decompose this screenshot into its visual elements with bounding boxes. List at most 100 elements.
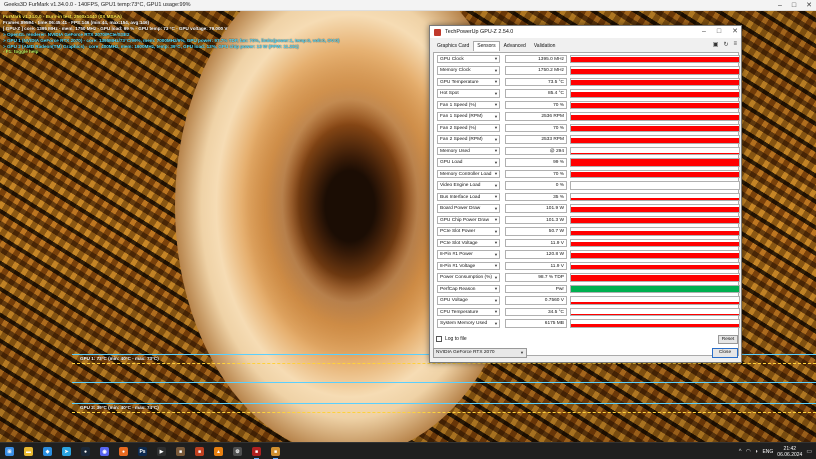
sensor-name-dropdown[interactable]: PCIe Slot Voltage — [437, 238, 500, 247]
browser-icon[interactable]: ● — [116, 445, 131, 458]
sensor-name-dropdown[interactable]: Fan 1 Speed (RPM) — [437, 112, 500, 121]
sensor-name-dropdown[interactable]: System Memory Used — [437, 319, 500, 328]
file-explorer-icon[interactable]: ▬ — [21, 445, 36, 458]
chevron-down-icon[interactable]: ▼ — [494, 159, 498, 166]
media-icon[interactable]: ▶ — [154, 445, 169, 458]
chevron-down-icon[interactable]: ▼ — [494, 285, 498, 292]
volume-icon[interactable]: ◗ — [755, 449, 759, 455]
gpuz-titlebar[interactable]: TechPowerUp GPU-Z 2.54.0 – □ ✕ — [430, 26, 741, 38]
chevron-down-icon[interactable]: ▼ — [494, 55, 498, 62]
chevron-down-icon[interactable]: ▼ — [494, 216, 498, 223]
photoshop-icon[interactable]: Ps — [135, 445, 150, 458]
sensor-name-dropdown[interactable]: Memory Controller Load — [437, 169, 500, 178]
menu-icon[interactable]: ≡ — [733, 41, 737, 48]
sensor-name-dropdown[interactable]: Hot Spot — [437, 89, 500, 98]
checkbox-box[interactable] — [436, 336, 442, 342]
tab-validation[interactable]: Validation — [530, 41, 560, 51]
minimize-icon[interactable]: – — [702, 26, 706, 38]
sensor-name-dropdown[interactable]: PCIe Slot Power — [437, 227, 500, 236]
sensor-name-dropdown[interactable]: 8-Pin #1 Voltage — [437, 261, 500, 270]
notification-icon[interactable]: ▭ — [806, 448, 812, 455]
sensor-name-dropdown[interactable]: Memory Clock — [437, 66, 500, 75]
chevron-down-icon[interactable]: ▼ — [494, 124, 498, 131]
sensor-graph-fill — [571, 206, 739, 212]
sensor-name-dropdown[interactable]: Power Consumption (%) — [437, 273, 500, 282]
close-icon[interactable]: ✕ — [732, 26, 738, 38]
close-button[interactable]: Close — [712, 348, 738, 358]
settings-icon[interactable]: ⚙ — [230, 445, 245, 458]
reset-button[interactable]: Reset — [718, 335, 738, 344]
sensor-name-dropdown[interactable]: CPU Temperature — [437, 307, 500, 316]
sensor-graph-fill — [571, 159, 739, 166]
refresh-icon[interactable]: ↻ — [723, 41, 728, 48]
chevron-down-icon[interactable]: ▼ — [494, 101, 498, 108]
tab-graphics-card[interactable]: Graphics Card — [433, 41, 473, 51]
sensor-name-dropdown[interactable]: Fan 2 Speed (RPM) — [437, 135, 500, 144]
chevron-down-icon[interactable]: ▼ — [494, 320, 498, 327]
discord-icon[interactable]: ◉ — [97, 445, 112, 458]
language-indicator[interactable]: ENG — [762, 449, 773, 455]
sensor-name-dropdown[interactable]: Video Engine Load — [437, 181, 500, 190]
sensor-graph-fill — [571, 252, 739, 258]
chevron-down-icon[interactable]: ▼ — [494, 78, 498, 85]
sensor-value: 2533 RPM — [505, 135, 567, 144]
camera-icon[interactable]: ▣ — [713, 41, 719, 48]
clock[interactable]: 21:42 06.06.2024 — [777, 446, 802, 458]
sensor-name-dropdown[interactable]: Fan 2 Speed (%) — [437, 123, 500, 132]
sensor-row: Memory Used ▼ @ 294 — [437, 145, 740, 157]
maximize-icon[interactable]: □ — [717, 26, 721, 38]
sensor-row: GPU Chip Power Draw ▼ 101.3 W — [437, 214, 740, 226]
tab-advanced[interactable]: Advanced — [500, 41, 530, 51]
chevron-down-icon[interactable]: ▼ — [494, 239, 498, 246]
minimize-icon[interactable]: – — [778, 1, 782, 10]
log-to-file-checkbox[interactable]: Log to file — [436, 336, 467, 342]
chevron-down-icon[interactable]: ▼ — [494, 193, 498, 200]
sensor-name-dropdown[interactable]: PerfCap Reason — [437, 284, 500, 293]
furmark-titlebar[interactable]: Geeks3D FurMark v1.34.0.0 - 140FPS, GPU1… — [0, 0, 816, 11]
chevron-down-icon[interactable]: ▼ — [494, 136, 498, 143]
maximize-icon[interactable]: □ — [792, 1, 796, 10]
chevron-down-icon[interactable]: ▼ — [494, 113, 498, 120]
sensor-name-dropdown[interactable]: GPU Load — [437, 158, 500, 167]
chevron-down-icon[interactable]: ▼ — [494, 90, 498, 97]
chevron-down-icon[interactable]: ▼ — [494, 67, 498, 74]
vscode-icon[interactable]: ◆ — [40, 445, 55, 458]
telegram-icon[interactable]: ➤ — [59, 445, 74, 458]
sensor-name-dropdown[interactable]: 8-Pin #1 Power — [437, 250, 500, 259]
gpuz-icon[interactable]: ■ — [249, 445, 264, 459]
sensor-name-dropdown[interactable]: GPU Chip Power Draw — [437, 215, 500, 224]
sensor-name-dropdown[interactable]: GPU Clock — [437, 54, 500, 63]
gpu-select[interactable]: NVIDIA GeForce RTX 2070 ▼ — [433, 348, 527, 358]
chevron-down-icon[interactable]: ▼ — [494, 228, 498, 235]
chevron-down-icon[interactable]: ▼ — [494, 262, 498, 269]
chevron-down-icon[interactable]: ▼ — [494, 205, 498, 212]
sensor-name-dropdown[interactable]: GPU Temperature — [437, 77, 500, 86]
steam-icon[interactable]: ● — [78, 445, 93, 458]
sensor-graph-fill — [571, 57, 739, 62]
chevron-down-icon[interactable]: ▼ — [494, 297, 498, 304]
tab-sensors[interactable]: Sensors — [473, 41, 500, 51]
app-icon-2[interactable]: ■ — [192, 445, 207, 458]
furmark-icon[interactable]: ■ — [268, 445, 283, 459]
sensor-name-dropdown[interactable]: Memory Used — [437, 146, 500, 155]
close-icon[interactable]: ✕ — [806, 1, 812, 10]
vlc-icon[interactable]: ▲ — [211, 445, 226, 458]
chevron-down-icon[interactable]: ▼ — [494, 170, 498, 177]
tray-chevron-icon[interactable]: ^ — [739, 449, 742, 455]
sensor-name-dropdown[interactable]: Bus Interface Load — [437, 192, 500, 201]
system-tray: ^ ◠ ◗ ENG 21:42 06.06.2024 ▭ — [739, 443, 812, 459]
start-icon[interactable]: ⊞ — [2, 445, 17, 458]
app-icon[interactable]: ■ — [173, 445, 188, 458]
sensor-graph-fill — [571, 218, 739, 223]
sensor-name-dropdown[interactable]: Board Power Draw — [437, 204, 500, 213]
chevron-down-icon[interactable]: ▼ — [494, 274, 498, 281]
sensor-name-dropdown[interactable]: GPU Voltage — [437, 296, 500, 305]
chevron-down-icon[interactable]: ▼ — [494, 308, 498, 315]
chevron-down-icon[interactable]: ▼ — [494, 147, 498, 154]
gpuz-footer: Log to file Reset NVIDIA GeForce RTX 207… — [433, 332, 739, 362]
chevron-down-icon[interactable]: ▼ — [494, 251, 498, 258]
chevron-down-icon[interactable]: ▼ — [494, 182, 498, 189]
sensor-graph — [570, 261, 740, 270]
network-icon[interactable]: ◠ — [746, 448, 751, 455]
sensor-name-dropdown[interactable]: Fan 1 Speed (%) — [437, 100, 500, 109]
